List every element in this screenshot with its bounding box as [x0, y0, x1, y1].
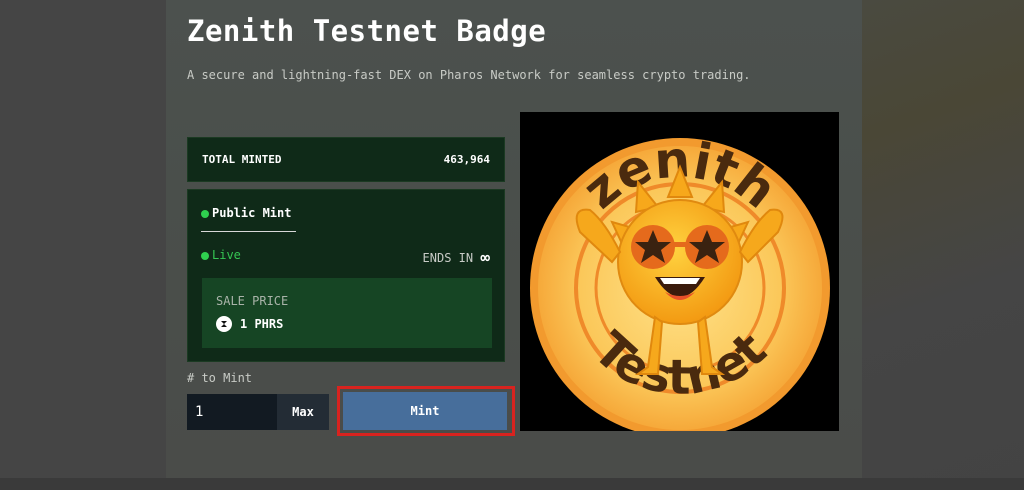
max-button[interactable]: Max: [277, 394, 329, 430]
total-minted-value: 463,964: [443, 153, 490, 166]
sale-price-box: SALE PRICE 1 PHRS: [202, 278, 492, 348]
tab-underline: [201, 231, 296, 232]
total-minted-label: TOTAL MINTED: [202, 153, 282, 166]
mint-button[interactable]: Mint: [343, 392, 507, 430]
page-background-right: [862, 0, 1024, 490]
mint-phase-card: Public Mint Live ENDS IN ∞ SALE PRICE 1 …: [187, 189, 505, 362]
badge-image: zenith Testnet: [520, 112, 839, 431]
sale-price-label: SALE PRICE: [216, 294, 289, 308]
live-dot-icon: [201, 251, 209, 260]
total-minted-card: TOTAL MINTED 463,964: [187, 137, 505, 182]
sale-price-value: 1 PHRS: [240, 317, 284, 331]
infinity-icon: ∞: [480, 248, 490, 267]
phase-status-dot-icon: [201, 209, 209, 218]
zenith-sun-badge-icon: zenith Testnet: [530, 130, 830, 431]
ends-in: ENDS IN ∞: [423, 248, 490, 267]
ends-in-label: ENDS IN: [422, 251, 474, 265]
page-background-left: [0, 0, 166, 490]
page-bottom-strip: [0, 478, 1024, 490]
page-subtitle: A secure and lightning-fast DEX on Pharo…: [187, 68, 751, 82]
public-mint-label: Public Mint: [212, 206, 292, 220]
live-status-label: Live: [212, 248, 241, 262]
pharos-token-icon: [216, 316, 232, 332]
quantity-input[interactable]: [187, 394, 277, 430]
page-title: Zenith Testnet Badge: [187, 14, 547, 48]
live-status: Live: [201, 248, 241, 262]
quantity-label: # to Mint: [187, 371, 253, 385]
public-mint-tab[interactable]: Public Mint: [201, 206, 291, 220]
sale-price: 1 PHRS: [216, 316, 283, 332]
